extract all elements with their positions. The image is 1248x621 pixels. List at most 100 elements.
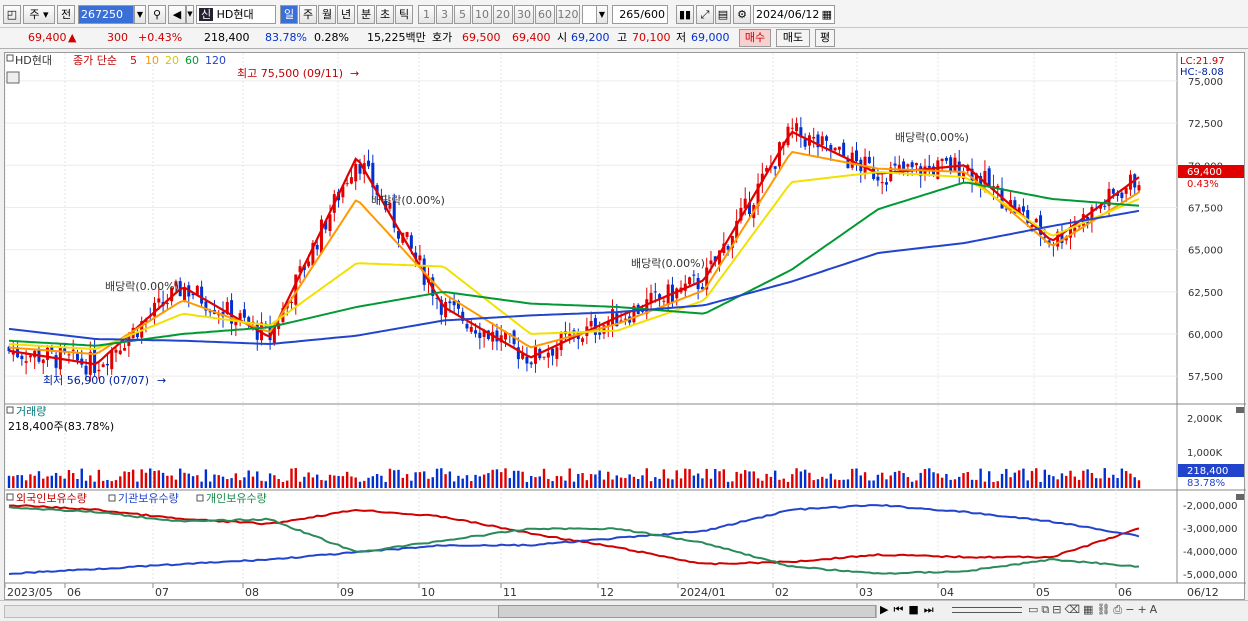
main-toolbar: ◰ 주 ▾ 전 267250 ▼ ⚲ ◀ ▼ 신 HD현대 일 주 월 년 분 … (0, 0, 1248, 28)
volume-bar (748, 471, 751, 488)
zoom-slider[interactable] (952, 607, 1022, 613)
code-dropdown-icon[interactable]: ▼ (134, 5, 146, 24)
volume-bar (940, 477, 944, 488)
prev-button[interactable]: 전 (57, 5, 75, 24)
price-tick: 57,500 (1188, 372, 1223, 383)
interval-3[interactable]: 3 (436, 5, 453, 24)
holding-line (8, 503, 1140, 575)
volume-bar (461, 478, 464, 488)
interval-60[interactable]: 60 (535, 5, 555, 24)
print-icon[interactable]: ⎙ (1113, 603, 1125, 616)
interval-1[interactable]: 1 (418, 5, 435, 24)
volume-bar (7, 475, 11, 488)
interval-dropdown-icon[interactable]: ▼ (596, 5, 608, 24)
candle-body (795, 123, 799, 132)
forward-icon[interactable]: ⏭ (924, 603, 939, 616)
split-icon[interactable]: ⊟ (1052, 603, 1064, 616)
candle-body (855, 150, 858, 162)
volume-bar (773, 470, 777, 488)
calendar-icon[interactable]: ▦ (822, 6, 832, 23)
link-icon[interactable]: ⛓ (1096, 603, 1113, 616)
candle-body (914, 163, 918, 166)
volume-bar (1052, 476, 1055, 488)
volume-bar (632, 476, 636, 488)
candle-body (927, 165, 931, 168)
speaker-dropdown-icon[interactable]: ▼ (186, 5, 194, 24)
interval-10[interactable]: 10 (472, 5, 492, 24)
scroll-thumb[interactable] (498, 605, 876, 618)
play-icon[interactable]: ▶ (880, 603, 893, 616)
volume-bar (20, 475, 24, 488)
copy-icon[interactable]: ⧉ (1041, 603, 1052, 616)
volume-bar (1022, 468, 1025, 488)
period-year[interactable]: 년 (337, 5, 355, 24)
volume-bar (1094, 478, 1098, 488)
grid-icon[interactable]: ▦ (1083, 603, 1096, 616)
layout-icon[interactable]: ▭ (1028, 603, 1041, 616)
plus-icon[interactable]: + (1137, 603, 1149, 616)
stock-code-input[interactable]: 267250 (78, 5, 134, 24)
period-week[interactable]: 주 (299, 5, 317, 24)
rewind-icon[interactable]: ⏮ (893, 603, 908, 616)
period-minute[interactable]: 분 (357, 5, 375, 24)
interval-30[interactable]: 30 (514, 5, 534, 24)
volume-bar (551, 481, 554, 488)
interval-20[interactable]: 20 (493, 5, 513, 24)
candle-body (242, 309, 246, 318)
candle-body (867, 156, 871, 164)
stock-tag: 신 (199, 8, 214, 21)
period-second[interactable]: 초 (376, 5, 394, 24)
stop-icon[interactable]: ■ (908, 603, 923, 616)
speaker-icon[interactable]: ◀ (168, 5, 186, 24)
gear-icon[interactable]: ⚙ (733, 5, 751, 24)
candle-body (1137, 185, 1141, 191)
volume-bar (226, 479, 229, 488)
dividend-marker: 배당락(0.00%) (631, 257, 705, 270)
bottom-tools[interactable]: ▭⧉⊟⌫▦⛓⎙−+A (1028, 603, 1160, 617)
volume-bar (328, 474, 332, 488)
eval-button[interactable]: 평 (815, 29, 835, 47)
stock-name-field[interactable]: 신 HD현대 (196, 5, 276, 24)
holding-panel-close-icon[interactable] (1236, 494, 1244, 500)
font-icon[interactable]: A (1150, 603, 1161, 616)
volume-bar (979, 468, 982, 488)
volume-bar (868, 480, 871, 488)
candle-body (465, 323, 469, 329)
volume-bar (307, 472, 310, 488)
price-tick: 62,500 (1188, 288, 1223, 299)
volume-bar (63, 478, 66, 488)
volume-bar (910, 481, 914, 488)
period-tick[interactable]: 틱 (395, 5, 413, 24)
candle-body (880, 182, 884, 184)
sell-button[interactable]: 매도 (776, 29, 810, 47)
draw-tool-icon[interactable]: ⤢ (696, 5, 714, 24)
interval-120[interactable]: 120 (556, 5, 580, 24)
volume-bar (1000, 473, 1004, 488)
candle-type-icon[interactable]: ▮▮ (676, 5, 694, 24)
table-toggle-icon[interactable] (6, 71, 20, 84)
count-field[interactable]: 265/600 (612, 5, 668, 24)
candle-body (448, 301, 452, 304)
date-field[interactable]: 2024/06/12 ▦ (753, 5, 835, 24)
buy-button[interactable]: 매수 (739, 29, 771, 47)
period-day[interactable]: 일 (280, 5, 298, 24)
interval-5[interactable]: 5 (454, 5, 471, 24)
window-menu-icon[interactable]: ◰ (3, 5, 21, 24)
search-icon[interactable]: ⚲ (148, 5, 166, 24)
candle-body (195, 285, 199, 295)
volume-bar (637, 479, 640, 488)
volume-bar (851, 468, 854, 488)
minus-icon[interactable]: − (1125, 603, 1137, 616)
chart-svg[interactable]: HD현대 종가 단순 5 10 20 60 120 최고 75,500 (09/… (4, 53, 1246, 601)
period-month[interactable]: 월 (318, 5, 336, 24)
volume-bar (671, 479, 674, 488)
candle-body (474, 330, 478, 334)
playback-controls[interactable]: ▶⏮■⏭ (880, 603, 939, 617)
save-icon[interactable]: ▤ (715, 5, 731, 24)
type-select[interactable]: 주 ▾ (23, 5, 55, 24)
eraser-icon[interactable]: ⌫ (1064, 603, 1083, 616)
chart-area[interactable]: HD현대 종가 단순 5 10 20 60 120 최고 75,500 (09/… (4, 52, 1246, 601)
volume-bar (435, 468, 439, 488)
volume-panel-close-icon[interactable] (1236, 407, 1244, 413)
volume-bar (170, 475, 173, 488)
